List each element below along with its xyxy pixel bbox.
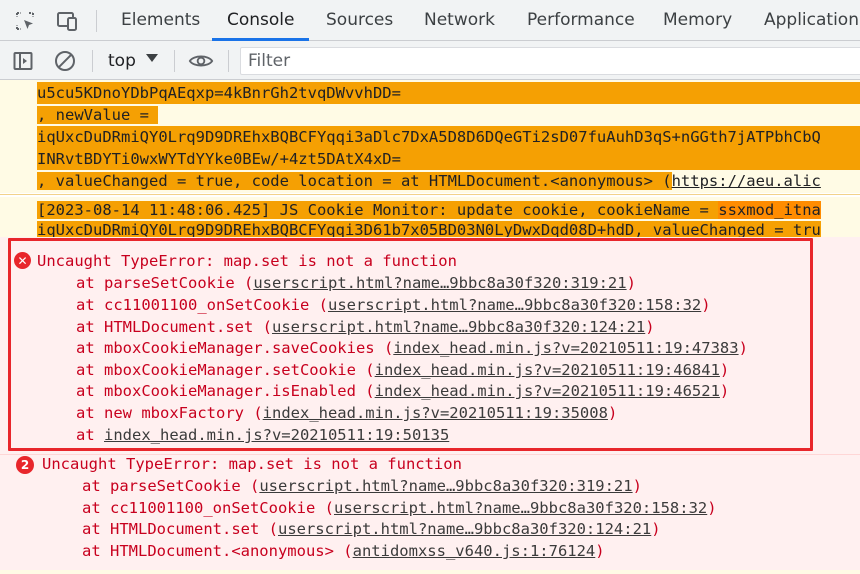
tab-application[interactable]: Application: [764, 0, 859, 41]
tab-performance[interactable]: Performance: [527, 0, 635, 41]
tab-sources[interactable]: Sources: [326, 0, 393, 41]
toolbar-separator: [228, 50, 229, 72]
clear-console-icon[interactable]: [52, 48, 78, 74]
tab-network[interactable]: Network: [424, 0, 495, 41]
tab-console[interactable]: Console: [227, 0, 295, 41]
repeat-count-badge: 2: [16, 456, 34, 474]
console-toolbar: top: [0, 41, 860, 80]
log-value-line: u5cu5KDnoYDbPqAEqxp=4kBnrGh2tvqDWvvhDD=: [37, 82, 860, 104]
message-divider: [0, 194, 860, 195]
stack-frame-link[interactable]: userscript.html?name…9bbc8a30f320:158:32: [334, 499, 707, 517]
device-toolbar-icon[interactable]: [54, 8, 80, 34]
tabbar-separator: [96, 10, 97, 32]
tab-elements[interactable]: Elements: [121, 0, 200, 41]
log-text-line: , newValue =: [37, 106, 159, 124]
toolbar-separator: [92, 50, 93, 72]
log-text-line: [2023-08-14 11:48:06.425] JS Cookie Moni…: [37, 201, 821, 219]
console-output: u5cu5KDnoYDbPqAEqxp=4kBnrGh2tvqDWvvhDD= …: [0, 80, 860, 574]
inspect-element-icon[interactable]: [12, 8, 38, 34]
chevron-down-icon[interactable]: [146, 54, 158, 62]
stack-frame: at HTMLDocument.set (userscript.html?nam…: [82, 520, 661, 538]
console-message-warning-partial: [0, 570, 860, 574]
source-link[interactable]: https://aeu.alic: [672, 172, 821, 190]
sidebar-toggle-icon[interactable]: [10, 48, 36, 74]
log-value-line: INRvtBDYTi0wxWYTdYYke0BEw/+4zt5DAtX4xD=: [37, 148, 860, 170]
stack-frame-link[interactable]: userscript.html?name…9bbc8a30f320:319:21: [259, 477, 632, 495]
stack-frame: at cc11001100_onSetCookie (userscript.ht…: [82, 499, 717, 517]
log-text-line: , valueChanged = true, code location = a…: [37, 172, 821, 190]
tab-memory[interactable]: Memory: [663, 0, 732, 41]
log-text-line: iqUxcDuDRmiQY0Lrq9D9DREhxBQBCFYqqi3D61b7…: [37, 221, 821, 237]
stack-frame-link[interactable]: userscript.html?name…9bbc8a30f320:124:21: [278, 520, 651, 538]
stack-frame-link[interactable]: antidomxss_v640.js:1:76124: [353, 542, 596, 560]
error-message: Uncaught TypeError: map.set is not a fun…: [42, 455, 462, 473]
devtools-tabbar: Elements Console Sources Network Perform…: [0, 0, 860, 41]
filter-input[interactable]: [240, 47, 860, 75]
stack-frame: at parseSetCookie (userscript.html?name……: [82, 477, 642, 495]
stack-frame: at HTMLDocument.<anonymous> (antidomxss_…: [82, 542, 605, 560]
live-expression-eye-icon[interactable]: [188, 48, 214, 74]
highlight-box: [8, 238, 813, 451]
log-value-line: iqUxcDuDRmiQY0Lrq9D9DREhxBQBCFYqqi3aDlc7…: [37, 126, 860, 148]
toolbar-separator: [174, 50, 175, 72]
context-selector[interactable]: top: [108, 50, 136, 72]
